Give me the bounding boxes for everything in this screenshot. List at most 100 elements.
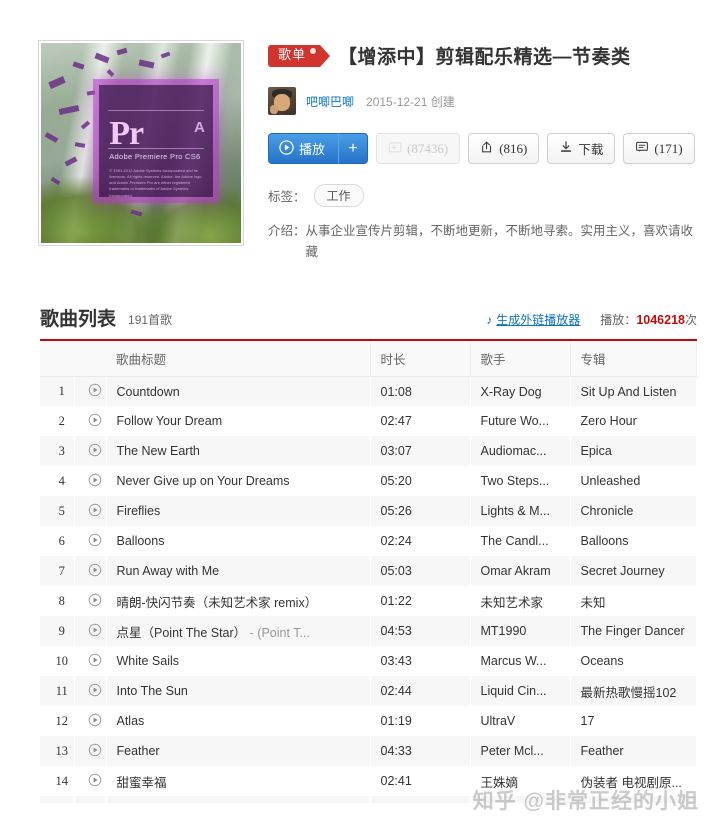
col-header-title[interactable]: 歌曲标题 (106, 341, 371, 377)
song-play-cell[interactable] (74, 796, 106, 804)
play-button[interactable]: 播放 (268, 133, 339, 164)
tag-item-0[interactable]: 工作 (313, 184, 364, 207)
table-row[interactable]: 13 Feather 04:33 Peter Mcl... Feather (40, 736, 696, 767)
song-artist[interactable]: Liquid Cin... (470, 676, 570, 707)
song-album[interactable]: 伪装者 电视剧原... (570, 796, 696, 804)
song-title-cell[interactable]: 兄弟情主题 (106, 796, 370, 804)
song-artist[interactable]: Two Steps... (470, 466, 570, 497)
table-row[interactable]: 11 Into The Sun 02:44 Liquid Cin... 最新热歌慢摇10… (40, 676, 696, 707)
song-play-cell[interactable] (74, 436, 106, 467)
play-circle-icon[interactable] (88, 563, 102, 580)
song-album[interactable]: Unleashed (570, 466, 696, 497)
table-row[interactable]: 6 Balloons 02:24 The Candl... Balloons (40, 526, 696, 557)
table-row[interactable]: 14 甜蜜幸福 02:41 王姝嫡 伪装者 电视剧原... (40, 766, 696, 797)
play-circle-icon[interactable] (88, 593, 102, 610)
table-row[interactable]: 4 Never Give up on Your Dreams 05:20 Two St… (40, 466, 696, 497)
song-artist[interactable]: Audiomac... (470, 436, 570, 467)
song-title-cell[interactable]: Balloons (106, 526, 370, 557)
song-album[interactable]: 未知 (570, 586, 696, 617)
play-circle-icon[interactable] (88, 473, 102, 490)
song-artist[interactable]: The Candl... (470, 526, 570, 557)
song-artist[interactable]: 王姝嫡 (470, 796, 570, 804)
song-album[interactable]: Sit Up And Listen (570, 376, 696, 407)
playlist-cover[interactable]: Pr A Adobe Premiere Pro CS6 © 1991-2012 … (38, 40, 244, 246)
song-play-cell[interactable] (74, 556, 106, 587)
song-album[interactable]: 最新热歌慢摇102 (570, 676, 696, 707)
table-row[interactable]: 3 The New Earth 03:07 Audiomac... Epica (40, 436, 696, 467)
song-play-cell[interactable] (74, 586, 106, 617)
song-artist[interactable]: X-Ray Dog (470, 376, 570, 407)
song-artist[interactable]: MT1990 (470, 616, 570, 647)
song-artist[interactable]: Lights & M... (470, 496, 570, 527)
author-name-link[interactable]: 吧唧巴唧 (306, 93, 354, 110)
song-album[interactable]: Epica (570, 436, 696, 467)
song-title-cell[interactable]: 甜蜜幸福 (106, 766, 370, 797)
song-album[interactable]: The Finger Dancer (570, 616, 696, 647)
song-title-cell[interactable]: Countdown (106, 376, 370, 407)
song-artist[interactable]: UltraV (470, 706, 570, 737)
song-play-cell[interactable] (74, 406, 106, 437)
song-play-cell[interactable] (74, 466, 106, 497)
table-row[interactable]: 12 Atlas 01:19 UltraV 17 (40, 706, 696, 737)
comment-button[interactable]: (171) (623, 133, 695, 164)
song-play-cell[interactable] (74, 706, 106, 737)
generate-player-link[interactable]: 生成外链播放器 (496, 311, 580, 328)
table-row[interactable]: 10 White Sails 03:43 Marcus W... Oceans (40, 646, 696, 677)
download-button[interactable]: 下载 (547, 133, 616, 164)
song-album[interactable]: 17 (570, 706, 696, 737)
song-artist[interactable]: 王姝嫡 (470, 766, 570, 797)
collect-button[interactable]: (87436) (376, 133, 461, 164)
song-title-cell[interactable]: Follow Your Dream (106, 406, 370, 437)
song-title-cell[interactable]: 晴朗-快闪节奏（未知艺术家 remix） (106, 586, 370, 617)
share-button[interactable]: (816) (468, 133, 540, 164)
add-to-list-button[interactable]: + (338, 133, 369, 164)
song-album[interactable]: Chronicle (570, 496, 696, 527)
play-circle-icon[interactable] (88, 773, 102, 790)
song-play-cell[interactable] (74, 736, 106, 767)
song-title-cell[interactable]: The New Earth (106, 436, 370, 467)
song-artist[interactable]: Marcus W... (470, 646, 570, 677)
song-play-cell[interactable] (74, 676, 106, 707)
song-play-cell[interactable] (74, 526, 106, 557)
play-circle-icon[interactable] (88, 623, 102, 640)
song-album[interactable]: Feather (570, 736, 696, 767)
play-circle-icon[interactable] (88, 743, 102, 760)
play-circle-icon[interactable] (88, 683, 102, 700)
song-title-cell[interactable]: Never Give up on Your Dreams (106, 466, 370, 497)
song-title-cell[interactable]: Run Away with Me (106, 556, 370, 587)
song-play-cell[interactable] (74, 376, 106, 407)
song-title-cell[interactable]: Atlas (106, 706, 370, 737)
table-row[interactable]: 1 Countdown 01:08 X-Ray Dog Sit Up And Liste… (40, 376, 696, 407)
song-artist[interactable]: Peter Mcl... (470, 736, 570, 767)
song-play-cell[interactable] (74, 616, 106, 647)
song-play-cell[interactable] (74, 646, 106, 677)
song-artist[interactable]: 未知艺术家 (470, 586, 570, 617)
table-row[interactable]: 8 晴朗-快闪节奏（未知艺术家 remix） 01:22 未知艺术家 未知 (40, 586, 696, 617)
song-play-cell[interactable] (74, 496, 106, 527)
play-circle-icon[interactable] (88, 533, 102, 550)
song-title-cell[interactable]: Fireflies (106, 496, 370, 527)
song-title-cell[interactable]: White Sails (106, 646, 370, 677)
song-album[interactable]: 伪装者 电视剧原... (570, 766, 696, 797)
play-circle-icon[interactable] (88, 803, 102, 804)
avatar[interactable] (268, 87, 296, 115)
song-title-cell[interactable]: 点星（Point The Star） - (Point T... (106, 616, 370, 647)
table-row[interactable]: 15 兄弟情主题02:57王姝嫡伪装者 电视剧原... (40, 796, 696, 804)
col-header-album[interactable]: 专辑 (570, 341, 697, 377)
play-circle-icon[interactable] (88, 503, 102, 520)
table-row[interactable]: 2 Follow Your Dream 02:47 Future Wo... Zero … (40, 406, 696, 437)
song-album[interactable]: Secret Journey (570, 556, 696, 587)
song-artist[interactable]: Omar Akram (470, 556, 570, 587)
song-album[interactable]: Zero Hour (570, 406, 696, 437)
song-album[interactable]: Oceans (570, 646, 696, 677)
song-title-cell[interactable]: Feather (106, 736, 370, 767)
play-circle-icon[interactable] (88, 413, 102, 430)
play-circle-icon[interactable] (88, 653, 102, 670)
song-play-cell[interactable] (74, 766, 106, 797)
col-header-artist[interactable]: 歌手 (470, 341, 571, 377)
play-circle-icon[interactable] (88, 713, 102, 730)
play-circle-icon[interactable] (88, 383, 102, 400)
play-circle-icon[interactable] (88, 443, 102, 460)
song-album[interactable]: Balloons (570, 526, 696, 557)
table-row[interactable]: 7 Run Away with Me 05:03 Omar Akram Secret J… (40, 556, 696, 587)
